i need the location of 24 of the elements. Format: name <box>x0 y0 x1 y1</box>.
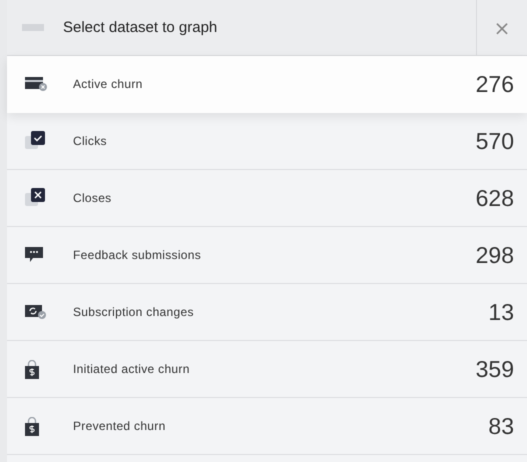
dialog-title: Select dataset to graph <box>63 19 218 36</box>
dataset-count: 276 <box>476 70 514 98</box>
checkbox-icon <box>25 131 45 151</box>
dataset-label: Active churn <box>73 77 144 91</box>
dataset-label: Initiated active churn <box>73 362 191 376</box>
dataset-label: Feedback submissions <box>73 248 202 262</box>
sync-card-icon <box>25 305 46 319</box>
dataset-label: Closes <box>73 191 112 205</box>
dataset-count: 570 <box>476 128 514 154</box>
dataset-count: 298 <box>476 242 514 268</box>
money-bag-icon <box>25 416 39 436</box>
dataset-label: Prevented churn <box>73 419 167 433</box>
card-icon <box>25 77 47 91</box>
money-bag-icon <box>25 360 39 378</box>
dataset-count: 13 <box>488 298 514 326</box>
chat-icon <box>25 247 43 263</box>
dataset-count: 628 <box>476 184 514 212</box>
dataset-row[interactable]: Active churn 276 <box>7 56 527 113</box>
dataset-count: 359 <box>476 356 514 382</box>
dataset-label: Clicks <box>73 134 108 148</box>
handle-icon <box>22 24 44 31</box>
x-box-icon <box>25 188 45 208</box>
dataset-label: Subscription changes <box>73 305 195 319</box>
dataset-count: 83 <box>488 412 514 440</box>
